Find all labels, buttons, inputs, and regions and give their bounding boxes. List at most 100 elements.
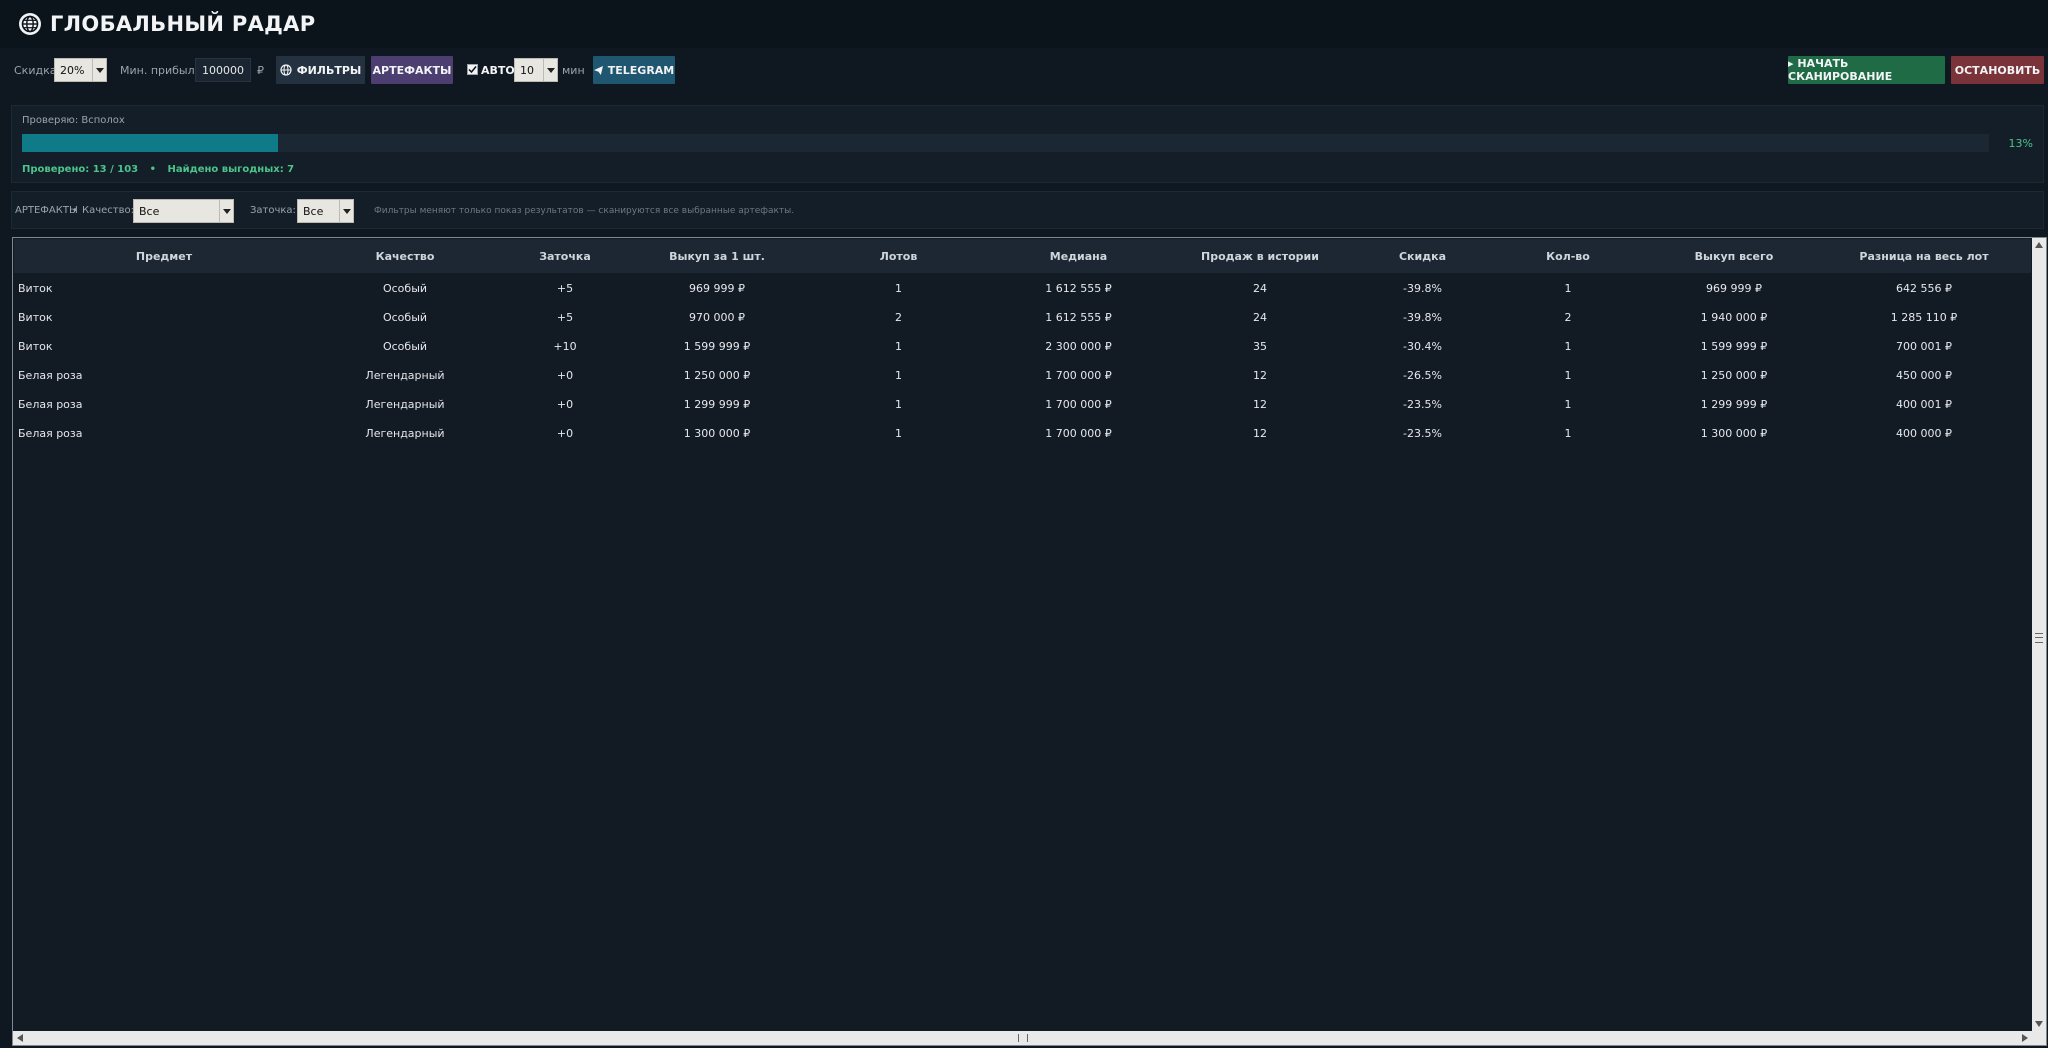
table-row[interactable]: Белая роза Легендарный +0 1 250 000 ₽ 1 1 700… [14,361,2031,390]
table-cell: 642 556 ₽ [1896,282,1952,295]
min-profit-input[interactable]: 100000 [195,58,251,82]
auto-checkbox[interactable] [467,64,478,75]
table-cell: -39.8% [1403,282,1442,295]
table-row[interactable]: Виток Особый +10 1 599 999 ₽ 1 2 300 000 ₽ 35 -… [14,332,2031,361]
table-cell: +0 [556,398,574,411]
chevron-down-icon [543,59,557,81]
filter-hint: Фильтры меняют только показ результатов … [374,206,795,216]
table-cell: 2 [895,311,902,324]
filter-separator: • [72,205,78,216]
scroll-up-icon[interactable] [2032,238,2046,252]
table-header: Предмет Качество Заточка Выкуп за 1 шт. Лото… [14,239,2031,273]
table-cell: 12 [1253,398,1267,411]
scroll-thumb-grip[interactable] [2035,633,2043,643]
checked-count: Проверено: 13 / 103 [22,164,139,175]
table-cell: Особый [382,340,428,353]
table-cell: +5 [556,311,574,324]
scroll-right-icon[interactable] [2018,1031,2032,1045]
upgrade-select[interactable]: Все [297,199,354,223]
telegram-button-label: TELEGRAM [607,63,675,77]
table-row[interactable]: Белая роза Легендарный +0 1 299 999 ₽ 1 1 700… [14,390,2031,419]
scroll-thumb-grip[interactable] [1018,1034,1028,1042]
scrollbar-corner [2032,1031,2046,1045]
column-header[interactable]: Качество [314,239,496,273]
table-cell: 1 612 555 ₽ [1045,282,1112,295]
artifacts-button[interactable]: АРТЕФАКТЫ [371,56,453,84]
table-cell: 1 [895,369,902,382]
quality-label: Качество: [82,205,134,216]
table-cell: 400 001 ₽ [1896,398,1952,411]
table-cell: 1 612 555 ₽ [1045,311,1112,324]
column-header[interactable]: Заточка [496,239,634,273]
upgrade-value: Все [303,204,324,218]
vertical-scrollbar[interactable] [2032,238,2046,1031]
filters-button[interactable]: ФИЛЬТРЫ [276,56,365,84]
column-header[interactable]: Предмет [14,239,314,273]
globe-icon [19,13,41,35]
scroll-down-icon[interactable] [2032,1017,2046,1031]
currency-label: ₽ [257,64,264,77]
column-header[interactable]: Кол-во [1485,239,1651,273]
table-cell: 450 000 ₽ [1896,369,1952,382]
table-cell: 1 599 999 ₽ [683,340,751,353]
table-cell: 1 299 999 ₽ [1700,398,1768,411]
column-header[interactable]: Разница на весь лот [1817,239,2031,273]
table-cell: 1 [895,282,902,295]
table-cell: +5 [556,282,574,295]
table-cell: +10 [553,340,577,353]
table-cell: Белая роза [18,398,83,411]
table-cell: 24 [1253,311,1267,324]
table-cell: 1 [1564,398,1572,411]
quality-value: Все [139,204,160,218]
table-cell: +0 [556,427,574,440]
start-scan-button[interactable]: ▸ НАЧАТЬ СКАНИРОВАНИЕ [1788,56,1945,84]
horizontal-scrollbar[interactable] [13,1031,2032,1045]
table-cell: 1 [895,398,902,411]
interval-value: 10 [520,63,534,77]
artifacts-button-label: АРТЕФАКТЫ [372,63,452,77]
telegram-button[interactable]: TELEGRAM [593,56,675,84]
table-cell: Виток [18,311,53,324]
stop-button[interactable]: ОСТАНОВИТЬ [1951,56,2044,84]
discount-select[interactable]: 20% [54,58,107,82]
table-cell: 970 000 ₽ [689,311,745,324]
table-cell: -23.5% [1403,398,1442,411]
table-cell: Особый [382,311,428,324]
table-cell: 1 700 000 ₽ [1045,398,1112,411]
table-cell: -23.5% [1403,427,1442,440]
table-cell: 12 [1253,369,1267,382]
column-header[interactable]: Медиана [997,239,1160,273]
table-row[interactable]: Виток Особый +5 970 000 ₽ 2 1 612 555 ₽ 24 -39.… [14,303,2031,332]
chevron-down-icon [219,200,233,222]
table-cell: 24 [1253,282,1267,295]
telegram-plane-icon [593,65,603,75]
upgrade-label: Заточка: [250,205,296,216]
min-profit-label: Мин. прибыль: [120,64,205,77]
quality-select[interactable]: Все [133,199,234,223]
table-cell: 1 [1564,369,1572,382]
table-cell: Виток [18,340,53,353]
scroll-left-icon[interactable] [13,1031,27,1045]
results-table[interactable]: Предмет Качество Заточка Выкуп за 1 шт. Лото… [12,237,2047,1046]
column-header[interactable]: Скидка [1360,239,1485,273]
column-header[interactable]: Выкуп всего [1651,239,1817,273]
table-cell: Белая роза [18,369,83,382]
table-cell: 35 [1253,340,1267,353]
filter-section-label: АРТЕФАКТЫ [15,205,78,216]
table-cell: 1 940 000 ₽ [1700,311,1768,324]
stop-button-label: ОСТАНОВИТЬ [1954,63,2041,77]
table-cell: 1 250 000 ₽ [683,369,751,382]
column-header[interactable]: Лотов [800,239,997,273]
interval-select[interactable]: 10 [514,58,558,82]
column-header[interactable]: Выкуп за 1 шт. [634,239,800,273]
table-cell: Виток [18,282,53,295]
column-header[interactable]: Продаж в истории [1160,239,1360,273]
discount-value: 20% [60,63,85,77]
auto-label: АВТО [481,64,515,77]
scan-stats: Проверено: 13 / 103 • Найдено выгодных: … [22,164,294,175]
table-row[interactable]: Белая роза Легендарный +0 1 300 000 ₽ 1 1 700… [14,419,2031,448]
table-cell: 1 700 000 ₽ [1045,427,1112,440]
table-row[interactable]: Виток Особый +5 969 999 ₽ 1 1 612 555 ₽ 24 -39.… [14,274,2031,303]
table-cell: 12 [1253,427,1267,440]
table-cell: -39.8% [1403,311,1442,324]
